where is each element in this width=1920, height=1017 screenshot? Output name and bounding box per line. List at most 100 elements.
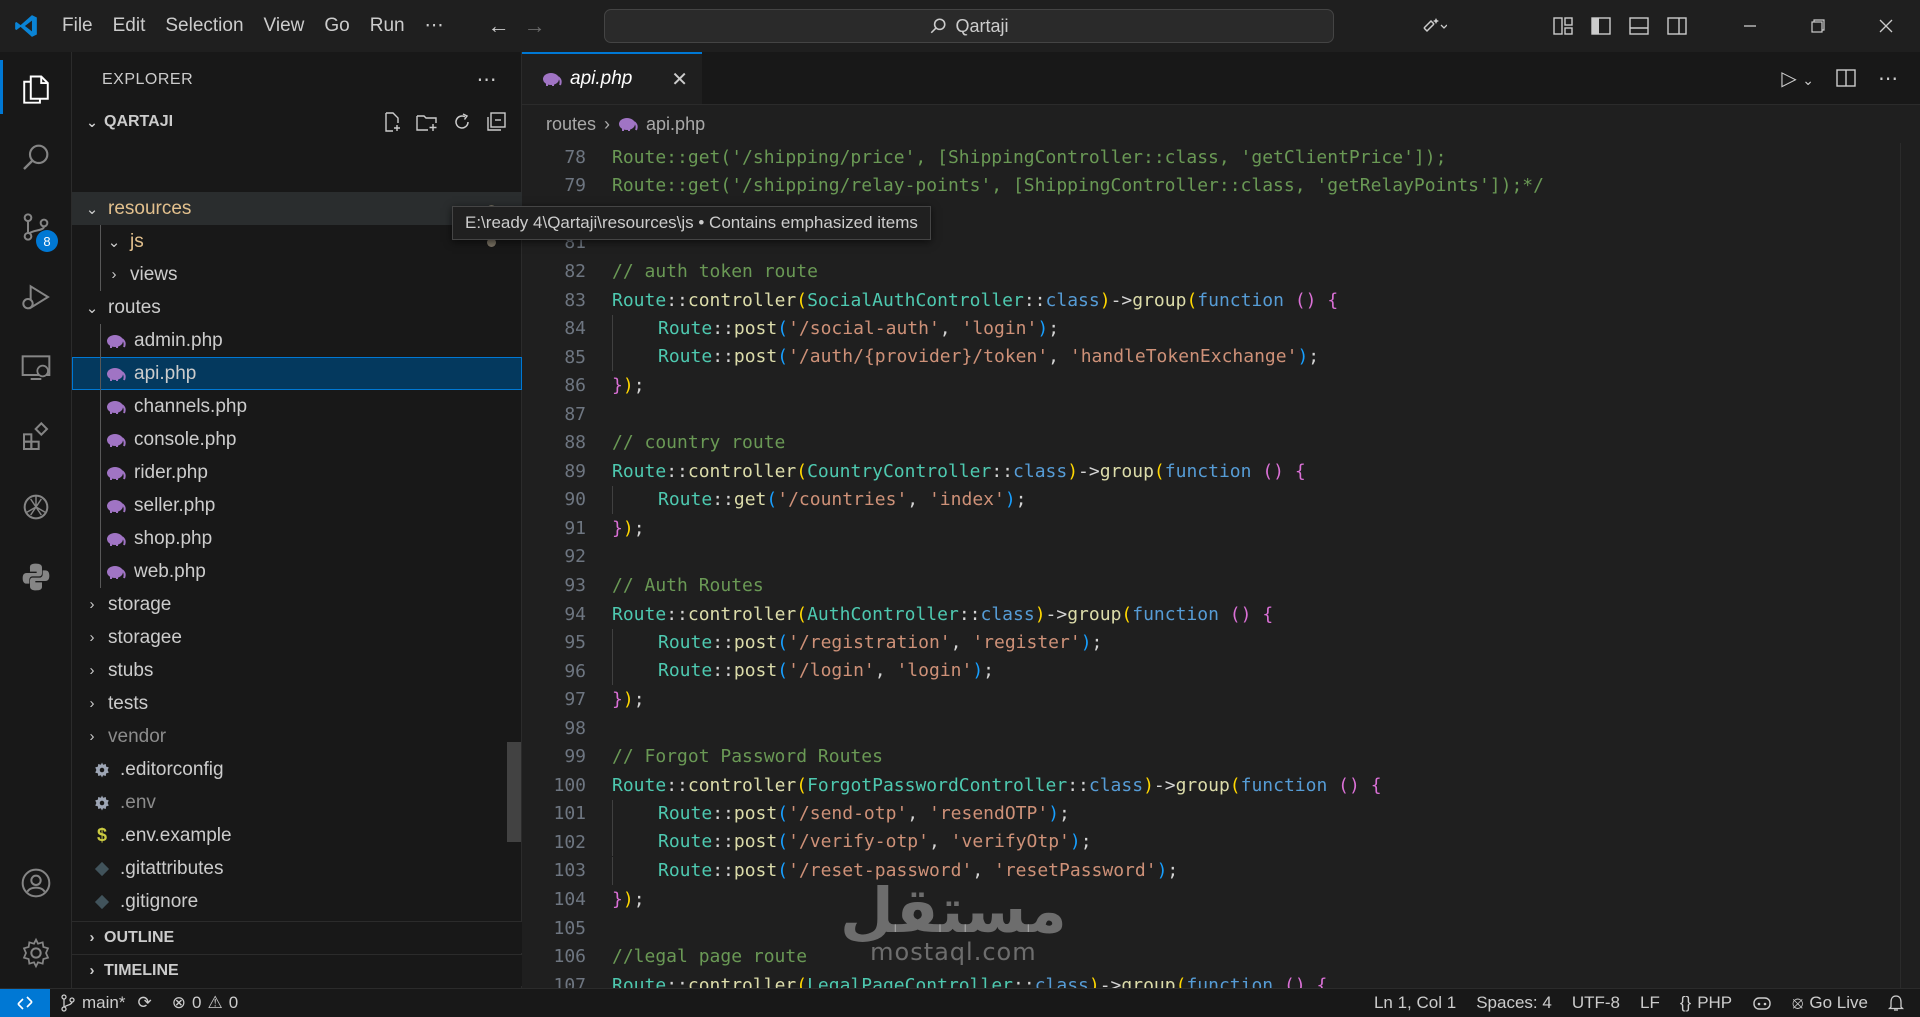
menu-item[interactable]: File <box>52 0 103 52</box>
outline-section-header[interactable]: › OUTLINE <box>72 921 522 953</box>
search-activity-icon[interactable] <box>0 122 72 192</box>
tree-file[interactable]: web.php <box>72 555 522 588</box>
notifications-bell-icon[interactable] <box>1878 994 1920 1012</box>
code-token: Route <box>612 289 667 311</box>
tree-file[interactable]: console.php <box>72 423 522 456</box>
editor-scrollbar[interactable] <box>1900 143 1920 988</box>
toggle-panel-icon[interactable] <box>1620 0 1658 52</box>
tree-folder[interactable]: › views <box>72 258 522 291</box>
branch-status[interactable]: main* ⟳ <box>50 993 162 1013</box>
tree-file[interactable]: .gitattributes <box>72 852 522 885</box>
close-window-icon[interactable] <box>1852 0 1920 52</box>
tree-folder[interactable]: › storagee <box>72 621 522 654</box>
new-folder-icon[interactable] <box>415 111 439 133</box>
run-icon[interactable]: ▷ ⌄ <box>1781 66 1814 91</box>
customize-layout-icon[interactable] <box>1544 0 1582 52</box>
code-token: ( <box>777 346 789 368</box>
breadcrumb-folder[interactable]: routes <box>546 114 596 135</box>
line-number: 98 <box>564 717 586 739</box>
tree-file[interactable]: rider.php <box>72 456 522 489</box>
tree-file[interactable]: $ .env.example <box>72 819 522 852</box>
tree-folder[interactable]: › tests <box>72 687 522 720</box>
tree-file[interactable]: .env <box>72 786 522 819</box>
go-live-button[interactable]: ⦻ Go Live <box>1782 993 1878 1013</box>
menu-item[interactable]: Edit <box>103 0 156 52</box>
minimize-icon[interactable] <box>1716 0 1784 52</box>
timeline-section-header[interactable]: › TIMELINE <box>72 954 522 986</box>
more-editor-actions-icon[interactable]: ⋯ <box>1878 66 1898 91</box>
explorer-icon[interactable] <box>0 52 72 122</box>
refresh-icon[interactable] <box>451 111 473 133</box>
code-text: Route::controller(ForgotPasswordControll… <box>586 775 1382 796</box>
git-branch-icon <box>61 994 75 1012</box>
menu-item[interactable]: Selection <box>155 0 253 52</box>
restore-icon[interactable] <box>1784 0 1852 52</box>
tree-folder[interactable]: › storage <box>72 588 522 621</box>
command-center-search[interactable]: Qartaji <box>604 9 1334 43</box>
tree-file[interactable]: api.php <box>72 357 522 390</box>
source-control-icon[interactable]: 8 <box>0 192 72 262</box>
project-section-header[interactable]: ⌄ QARTAJI <box>72 107 521 137</box>
remote-explorer-icon[interactable] <box>0 332 72 402</box>
code-token: group <box>1121 974 1176 988</box>
cursor-position[interactable]: Ln 1, Col 1 <box>1364 993 1466 1013</box>
code-token: 'handleTokenExchange' <box>1069 346 1298 368</box>
code-token: ( <box>777 859 789 881</box>
collapse-all-icon[interactable] <box>485 111 507 133</box>
code-token: Route <box>612 460 667 482</box>
tab-api-php[interactable]: api.php ✕ <box>522 52 702 104</box>
code-token: Route <box>658 488 713 510</box>
code-editor[interactable]: 78 Route::get('/shipping/price', [Shippin… <box>522 143 1920 988</box>
close-tab-icon[interactable]: ✕ <box>671 67 688 92</box>
menu-item[interactable]: Run <box>360 0 415 52</box>
accounts-icon[interactable] <box>0 848 72 918</box>
tree-file[interactable]: admin.php <box>72 324 522 357</box>
end-of-line[interactable]: LF <box>1630 993 1670 1013</box>
back-arrow-icon[interactable]: ← <box>488 13 510 39</box>
tree-file[interactable]: channels.php <box>72 390 522 423</box>
indent-guide <box>100 390 101 423</box>
problems-status[interactable]: ⊗ 0 ⚠ 0 <box>162 993 248 1013</box>
tree-file[interactable]: .editorconfig <box>72 753 522 786</box>
more-actions-icon[interactable]: ⋯ <box>477 67 498 92</box>
indent-guide <box>100 324 101 357</box>
code-token: class <box>1034 974 1089 988</box>
run-debug-icon[interactable] <box>0 262 72 332</box>
encoding[interactable]: UTF-8 <box>1562 993 1630 1013</box>
menu-item[interactable]: ⋯ <box>415 0 454 52</box>
code-token: class <box>980 603 1035 625</box>
line-number: 86 <box>564 375 586 397</box>
copilot-icon[interactable] <box>1404 0 1464 52</box>
tree-file[interactable]: .gitignore <box>72 885 522 918</box>
settings-gear-icon[interactable] <box>0 918 72 988</box>
toggle-primary-sidebar-icon[interactable] <box>1582 0 1620 52</box>
split-editor-icon[interactable] <box>1836 69 1856 87</box>
remote-indicator-icon[interactable] <box>0 988 50 1017</box>
tree-item-label: seller.php <box>134 494 216 516</box>
forward-arrow-icon[interactable]: → <box>524 13 546 39</box>
tree-file[interactable]: shop.php <box>72 522 522 555</box>
indentation[interactable]: Spaces: 4 <box>1466 993 1562 1013</box>
menu-item[interactable]: View <box>254 0 315 52</box>
copilot-status-icon[interactable] <box>1742 994 1782 1012</box>
tree-folder[interactable]: › stubs <box>72 654 522 687</box>
sidebar-scrollbar[interactable] <box>507 742 521 842</box>
sync-icon[interactable]: ⟳ <box>137 993 151 1013</box>
toggle-secondary-sidebar-icon[interactable] <box>1658 0 1696 52</box>
code-token: ; <box>1167 859 1179 881</box>
code-token: CountryController <box>807 460 992 482</box>
tree-folder[interactable]: ⌄ routes <box>72 291 522 324</box>
activity-bar-bottom <box>0 848 72 988</box>
code-token: ; <box>1015 488 1027 510</box>
new-file-icon[interactable] <box>381 111 403 133</box>
menu-item[interactable]: Go <box>314 0 359 52</box>
tree-file[interactable]: seller.php <box>72 489 522 522</box>
extensions-icon[interactable] <box>0 402 72 472</box>
language-mode[interactable]: {} PHP <box>1670 993 1742 1013</box>
tree-folder[interactable]: › vendor <box>72 720 522 753</box>
python-icon[interactable] <box>0 542 72 612</box>
code-text: Route::post('/login', 'login'); <box>586 657 994 686</box>
breadcrumb-file[interactable]: api.php <box>646 114 705 135</box>
code-token: } <box>612 888 623 910</box>
chatgpt-icon[interactable] <box>0 472 72 542</box>
